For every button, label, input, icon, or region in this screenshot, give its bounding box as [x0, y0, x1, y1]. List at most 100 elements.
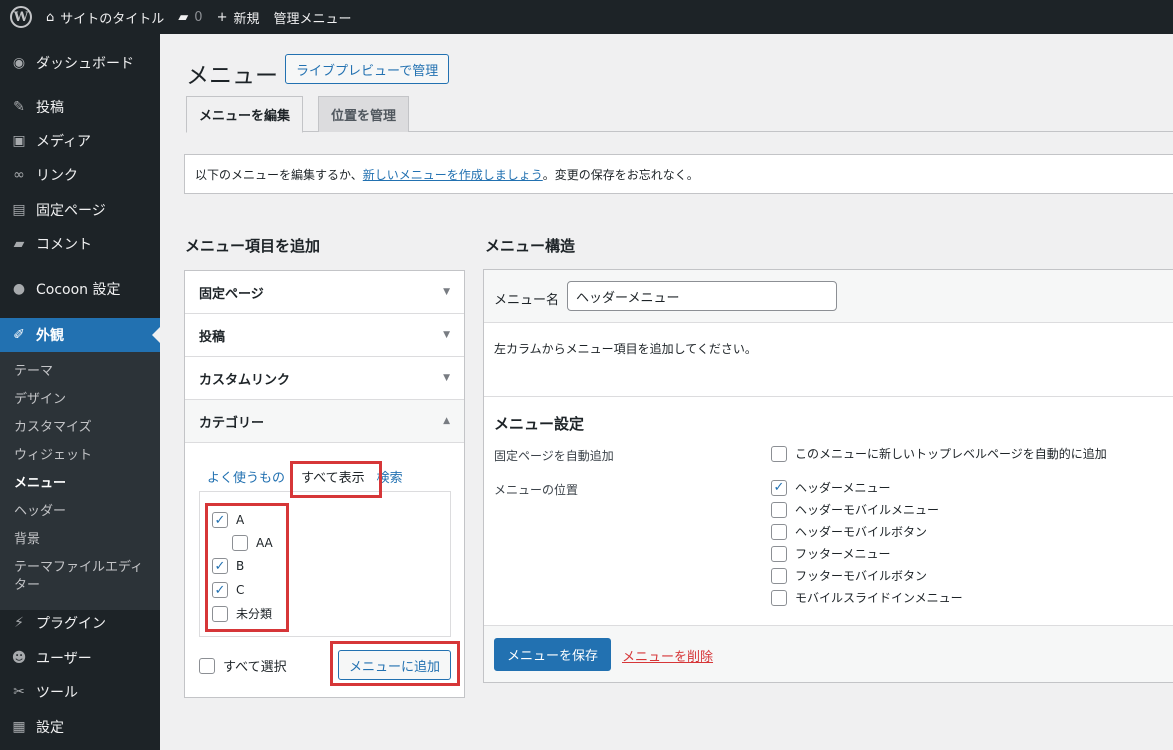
location-header-mobile-menu[interactable]: ヘッダーモバイルメニュー: [771, 501, 939, 518]
menu-settings-title: メニュー設定: [494, 415, 585, 433]
accordion-pages[interactable]: 固定ページ ▼: [185, 271, 464, 314]
option-label: ヘッダーモバイルメニュー: [795, 503, 940, 517]
plugin-icon: ⚡: [14, 615, 24, 631]
submenu-item-customize[interactable]: カスタマイズ: [14, 419, 154, 437]
sidebar-item-label: 外観: [36, 328, 64, 344]
submenu-item-menus[interactable]: メニュー: [14, 475, 154, 493]
checkbox[interactable]: [771, 501, 787, 518]
menu-name-input[interactable]: ヘッダーメニュー: [567, 281, 837, 311]
wordpress-logo-icon[interactable]: W: [10, 6, 32, 28]
main-content: メニュー ライブプレビューで管理 メニューを編集 位置を管理 以下のメニューを編…: [160, 34, 1173, 750]
sidebar-item-label: プラグイン: [36, 616, 106, 632]
tab-manage-locations[interactable]: 位置を管理: [318, 96, 410, 132]
brush-icon: ✐: [13, 327, 25, 343]
checkbox[interactable]: [771, 567, 787, 584]
submenu-item-design[interactable]: デザイン: [14, 391, 154, 409]
sidebar-item-label: ダッシュボード: [36, 56, 134, 72]
page-icon: ▤: [12, 202, 26, 218]
site-title-link[interactable]: ⌂ サイトのタイトル: [46, 8, 164, 27]
select-all-label: すべて選択: [223, 660, 287, 675]
highlight-view-all: [290, 461, 382, 498]
select-all-checkbox[interactable]: すべて選択: [199, 656, 287, 675]
sidebar-item-label: メディア: [36, 134, 92, 150]
sidebar-item-appearance[interactable]: ✐ 外観: [0, 318, 160, 352]
location-footer-mobile-button[interactable]: フッターモバイルボタン: [771, 567, 927, 584]
page-title: メニュー: [186, 63, 278, 89]
save-menu-button[interactable]: メニューを保存: [494, 638, 612, 671]
checkbox[interactable]: [771, 523, 787, 540]
sidebar-item-links[interactable]: ∞ リンク: [0, 158, 160, 192]
submenu-item-header[interactable]: ヘッダー: [14, 503, 154, 521]
sidebar-item-tools[interactable]: ✂ ツール: [0, 675, 160, 709]
notice-suffix: 。変更の保存をお忘れなく。: [542, 167, 699, 182]
new-content-link[interactable]: + 新規: [217, 8, 260, 27]
menu-name-row: メニュー名 ヘッダーメニュー: [484, 270, 1173, 323]
option-label: ヘッダーメニュー: [795, 481, 891, 495]
sidebar-item-dashboard[interactable]: ◉ ダッシュボード: [0, 46, 160, 80]
checkbox[interactable]: [771, 545, 787, 562]
sidebar-item-settings[interactable]: ▦ 設定: [0, 710, 160, 744]
link-icon: ∞: [13, 167, 25, 183]
pin-icon: ✎: [13, 99, 25, 115]
delete-menu-link[interactable]: メニューを削除: [622, 646, 713, 665]
divider: [484, 396, 1173, 397]
menu-location-label: メニューの位置: [494, 483, 579, 497]
submenu-item-background[interactable]: 背景: [14, 531, 154, 549]
location-mobile-slide-in-menu[interactable]: モバイルスライドインメニュー: [771, 589, 963, 606]
option-label: ヘッダーモバイルボタン: [795, 525, 928, 539]
menu-name-label: メニュー名: [494, 293, 560, 308]
sidebar-item-plugins[interactable]: ⚡ プラグイン: [0, 606, 160, 640]
accordion-categories[interactable]: カテゴリー ▲: [185, 400, 464, 443]
new-label: 新規: [233, 11, 260, 27]
location-header-menu[interactable]: ヘッダーメニュー: [771, 479, 891, 496]
auto-add-option[interactable]: このメニューに新しいトップレベルページを自動的に追加: [771, 445, 1107, 462]
submenu-item-themes[interactable]: テーマ: [14, 363, 154, 381]
live-preview-button[interactable]: ライブプレビューで管理: [285, 54, 450, 84]
settings-icon: ▦: [12, 719, 26, 735]
admin-bar: W ⌂ サイトのタイトル ▰ 0 + 新規 管理メニュー: [0, 0, 1173, 34]
sidebar-item-label: コメント: [36, 237, 92, 253]
user-icon: ☻: [11, 650, 27, 666]
location-footer-menu[interactable]: フッターメニュー: [771, 545, 891, 562]
appearance-submenu: テーマ デザイン カスタマイズ ウィジェット メニュー ヘッダー 背景 テーマフ…: [0, 352, 160, 610]
dashboard-icon: ◉: [12, 55, 26, 71]
admin-menu-link[interactable]: 管理メニュー: [273, 8, 351, 27]
sidebar-item-pages[interactable]: ▤ 固定ページ: [0, 193, 160, 227]
sidebar-item-users[interactable]: ☻ ユーザー: [0, 641, 160, 675]
sidebar-item-label: ユーザー: [36, 651, 92, 667]
sidebar-item-comments[interactable]: ▰ コメント: [0, 227, 160, 261]
option-label: フッターモバイルボタン: [795, 569, 928, 583]
checkbox[interactable]: [771, 445, 787, 462]
caret-up-icon: ▲: [443, 416, 450, 426]
sidebar-item-label: 固定ページ: [36, 203, 106, 219]
add-menu-items-accordion: 固定ページ ▼ 投稿 ▼ カスタムリンク ▼ カテゴリー ▲ よく使うもの すべて表示 …: [184, 270, 465, 698]
accordion-label: 固定ページ: [199, 286, 264, 302]
location-header-mobile-button[interactable]: ヘッダーモバイルボタン: [771, 523, 927, 540]
media-icon: ▣: [12, 133, 26, 149]
sidebar-item-label: ツール: [36, 685, 78, 701]
plus-icon: +: [216, 9, 228, 25]
sidebar-item-cocoon[interactable]: ● Cocoon 設定: [0, 272, 160, 306]
tab-edit-menus[interactable]: メニューを編集: [186, 96, 304, 133]
circle-icon: ●: [12, 281, 26, 297]
tab-most-used[interactable]: よく使うもの: [207, 467, 285, 486]
checkbox[interactable]: [771, 479, 787, 496]
caret-down-icon: ▼: [443, 373, 450, 383]
accordion-label: カテゴリー: [199, 415, 265, 431]
checkbox[interactable]: [199, 657, 215, 674]
accordion-custom-links[interactable]: カスタムリンク ▼: [185, 357, 464, 400]
checkbox[interactable]: [771, 589, 787, 606]
create-new-menu-link[interactable]: 新しいメニューを作成しましょう: [363, 166, 543, 183]
caret-down-icon: ▼: [443, 287, 450, 297]
accordion-posts[interactable]: 投稿 ▼: [185, 314, 464, 357]
comments-count: 0: [194, 9, 203, 25]
notice-prefix: 以下のメニューを編集するか、: [195, 167, 363, 182]
submenu-item-theme-editor[interactable]: テーマファイルエディター: [14, 559, 149, 595]
option-label: フッターメニュー: [795, 547, 891, 561]
comments-link[interactable]: ▰ 0: [178, 10, 202, 25]
submenu-item-widgets[interactable]: ウィジェット: [14, 447, 154, 465]
sidebar-item-posts[interactable]: ✎ 投稿: [0, 90, 160, 124]
sidebar-item-media[interactable]: ▣ メディア: [0, 124, 160, 158]
comment-bubble-icon: ▰: [178, 9, 189, 25]
menu-footer: メニューを保存 メニューを削除: [484, 625, 1173, 682]
